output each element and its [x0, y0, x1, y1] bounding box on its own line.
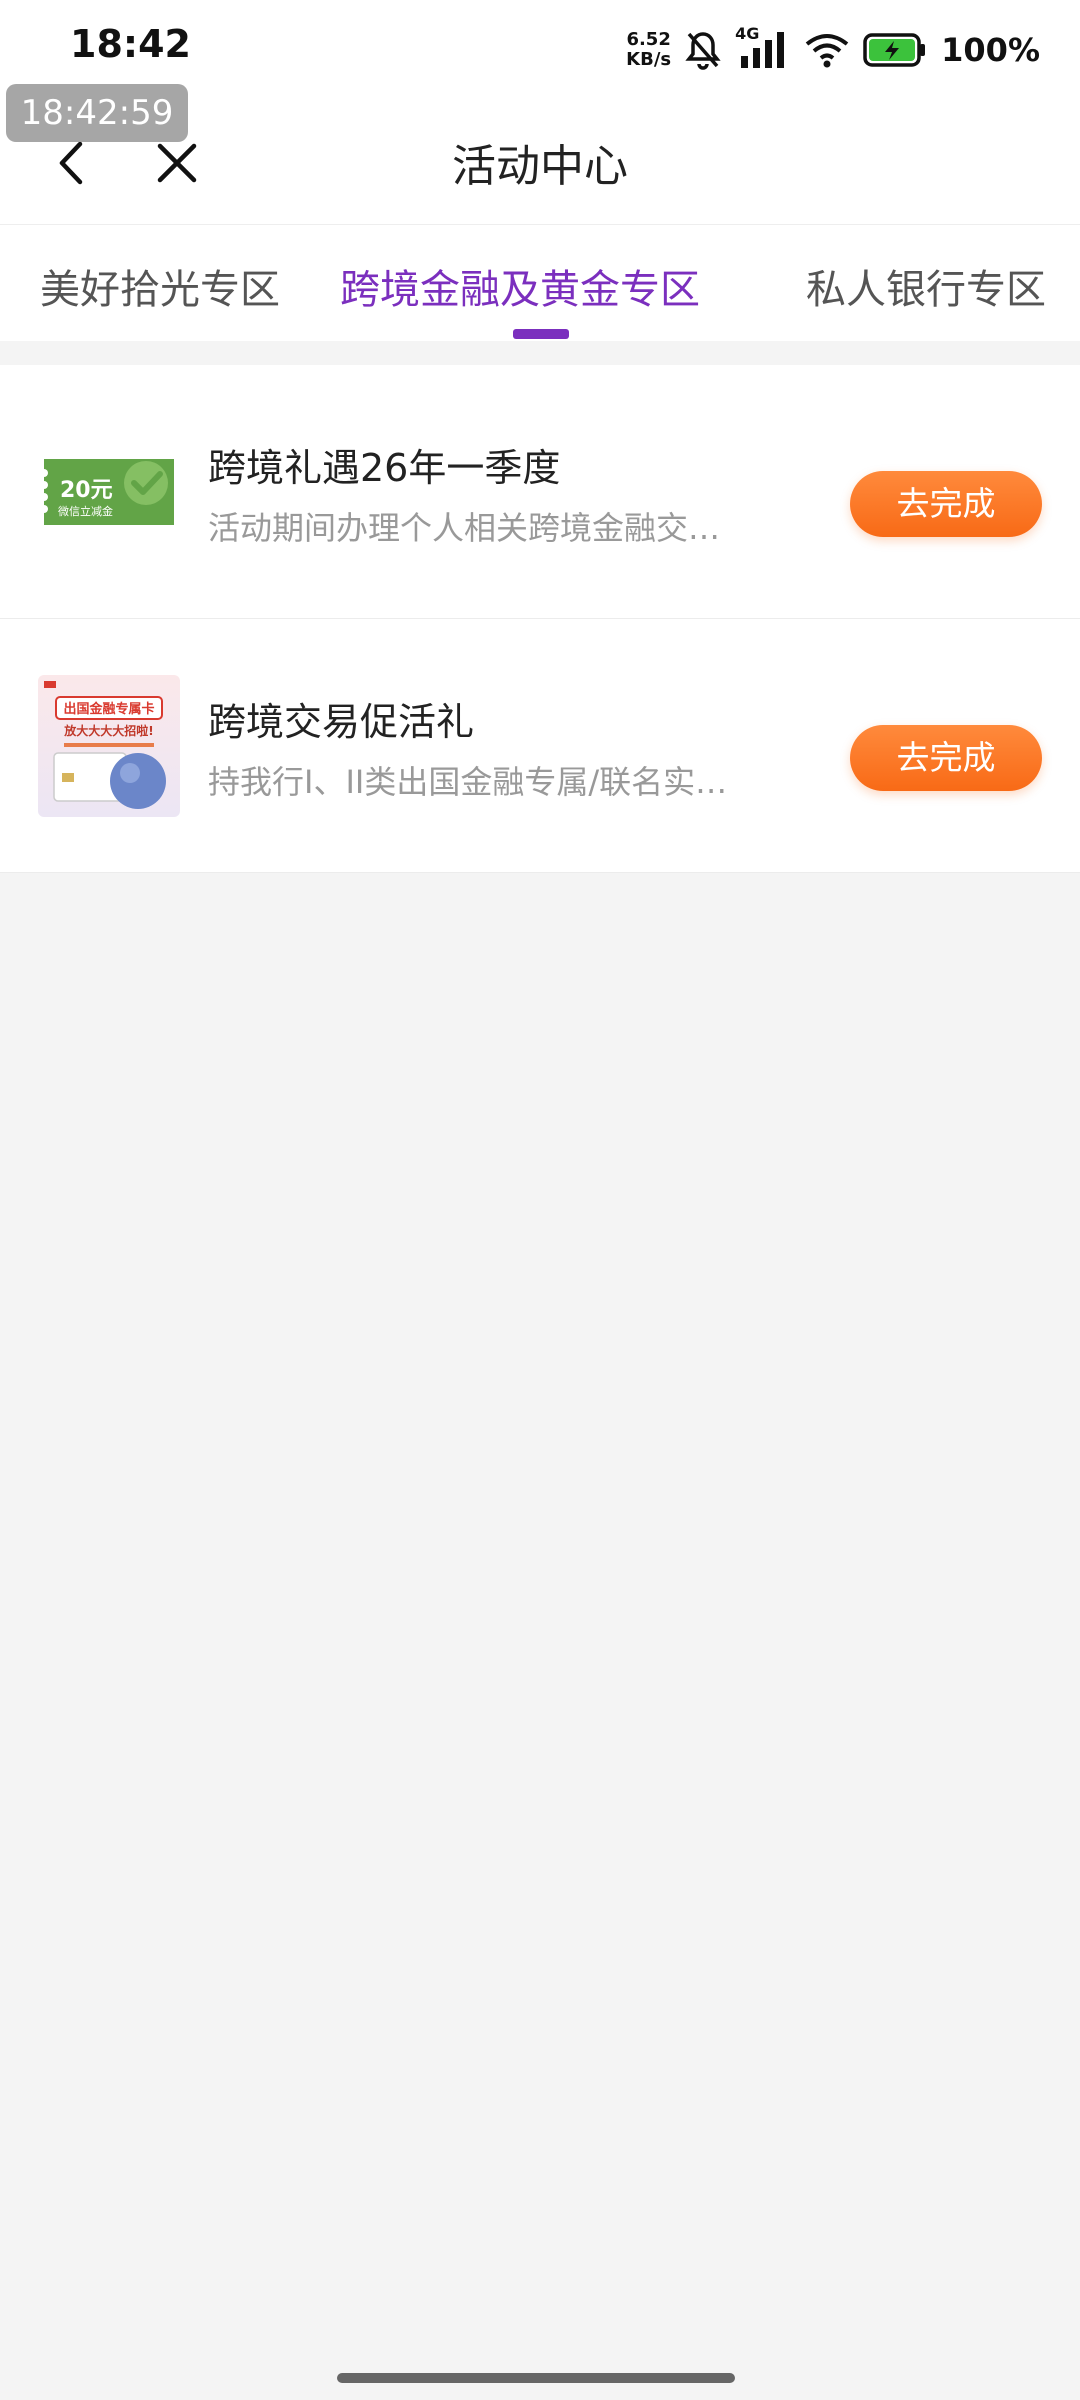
tab-bar: 美好拾光专区 跨境金融及黄金专区 私人银行专区 [0, 224, 1080, 341]
tab-meihao[interactable]: 美好拾光专区 [40, 257, 280, 315]
go-complete-button[interactable]: 去完成 [850, 471, 1042, 537]
activity-title: 跨境礼遇26年一季度 [208, 446, 561, 490]
promo-headline: 出国金融专属卡 [63, 701, 154, 717]
timestamp-overlay: 18:42:59 [6, 84, 188, 142]
network-speed-unit: KB/s [626, 49, 672, 70]
activity-description: 持我行I、II类出国金融专属/联名实… [208, 763, 728, 801]
coupon-amount: 20元 [60, 478, 113, 503]
activity-description: 活动期间办理个人相关跨境金融交… [208, 509, 721, 547]
status-time: 18:42 [70, 22, 191, 66]
battery-percent: 100% [941, 31, 1040, 69]
activity-title: 跨境交易促活礼 [208, 700, 475, 744]
activity-list: 20元 微信立减金 跨境礼遇26年一季度 活动期间办理个人相关跨境金融交… 去完… [0, 365, 1080, 873]
coupon-caption: 微信立减金 [58, 504, 113, 518]
tab-cross-border-gold[interactable]: 跨境金融及黄金专区 [340, 257, 700, 315]
list-item[interactable]: 出国金融专属卡 放大大大大招啦! 跨境交易促活礼 持我行I、II类出国金融专属/… [0, 619, 1080, 873]
promo-slogan: 放大大大大招啦! [63, 723, 153, 738]
network-speed-value: 6.52 [626, 29, 671, 50]
signal-icon: 4G [735, 24, 791, 70]
active-tab-indicator [513, 329, 569, 339]
status-icons: 6.52 KB/s 4G 100% [626, 24, 1040, 76]
coupon-thumbnail: 20元 微信立减金 [40, 459, 174, 525]
bell-muted-icon [685, 32, 721, 70]
list-item[interactable]: 20元 微信立减金 跨境礼遇26年一季度 活动期间办理个人相关跨境金融交… 去完… [0, 365, 1080, 619]
battery-charging-icon [863, 33, 926, 67]
card-promo-thumbnail: 出国金融专属卡 放大大大大招啦! [38, 675, 180, 817]
home-indicator[interactable] [337, 2373, 735, 2383]
tab-private-banking[interactable]: 私人银行专区 [806, 257, 1046, 315]
wifi-icon [805, 34, 849, 68]
network-speed: 6.52 KB/s [626, 30, 671, 70]
go-complete-button[interactable]: 去完成 [850, 725, 1042, 791]
